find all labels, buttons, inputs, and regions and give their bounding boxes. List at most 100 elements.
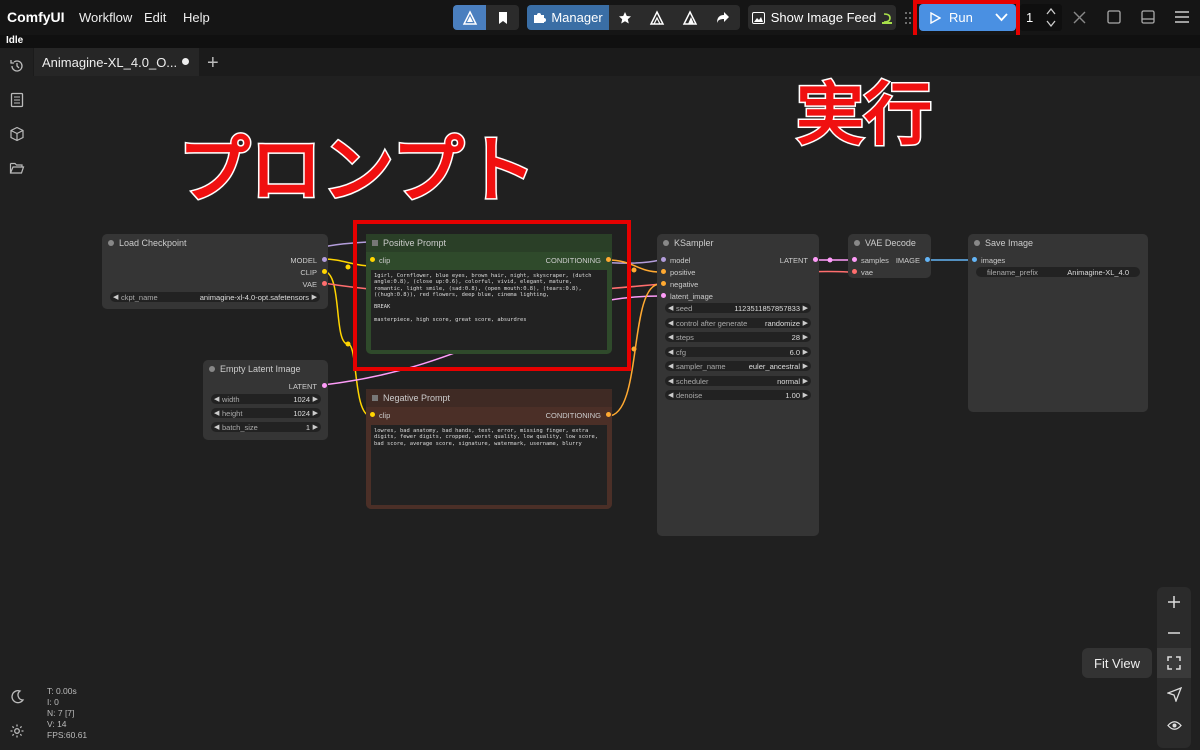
output-port-image[interactable]	[925, 257, 930, 262]
cube-icon[interactable]	[9, 126, 25, 142]
output-port-model[interactable]	[322, 257, 327, 262]
app-logo[interactable]: ComfyUI	[7, 9, 65, 25]
render-stats: T: 0.00s I: 0 N: 7 [7] V: 14 FPS:60.61	[47, 686, 87, 741]
input-port-images[interactable]	[972, 257, 977, 262]
gear-icon[interactable]	[9, 723, 25, 739]
node-title: KSampler	[657, 234, 819, 252]
run-annotation-label: 実行	[794, 76, 933, 155]
output-port-vae[interactable]	[322, 281, 327, 286]
hamburger-menu-icon[interactable]	[1175, 11, 1189, 23]
widget-width[interactable]: ◀ width 1024 ▶	[211, 394, 321, 404]
node-vae-decode[interactable]: VAE Decode samples vae IMAGE	[848, 234, 931, 278]
status-bar: Idle	[0, 35, 1200, 48]
menu-help[interactable]: Help	[183, 10, 210, 25]
widget-seed[interactable]: ◀ seed 1123511857857833 ▶	[665, 303, 811, 313]
input-port-model[interactable]	[661, 257, 666, 262]
shape-a-button[interactable]	[640, 5, 673, 30]
node-negative-prompt[interactable]: Negative Prompt clip CONDITIONING lowres…	[366, 389, 612, 509]
moon-icon[interactable]	[9, 689, 25, 705]
menu-edit[interactable]: Edit	[144, 10, 166, 25]
port-label-latent-out: LATENT	[779, 256, 808, 265]
status-text: Idle	[6, 35, 24, 46]
square-icon[interactable]	[1107, 10, 1121, 24]
share-button[interactable]	[706, 5, 740, 30]
plus-icon	[1168, 596, 1180, 608]
bookmark-button[interactable]	[486, 5, 519, 30]
output-port-latent[interactable]	[813, 257, 818, 262]
output-port-latent[interactable]	[322, 383, 327, 388]
fit-view-tooltip: Fit View	[1082, 648, 1152, 678]
node-ksampler[interactable]: KSampler model positive negative latent_…	[657, 234, 819, 536]
extension-logo-button[interactable]	[453, 5, 486, 30]
node-save-image[interactable]: Save Image images filename_prefix Animagi…	[968, 234, 1148, 412]
star-button[interactable]	[609, 5, 640, 30]
manager-button[interactable]: Manager	[527, 5, 609, 30]
widget-steps[interactable]: ◀ steps 28 ▶	[665, 332, 811, 342]
panel-bottom-icon[interactable]	[1141, 10, 1155, 24]
widget-sampler-name[interactable]: ◀ sampler_name euler_ancestral ▶	[665, 361, 811, 371]
close-icon[interactable]	[1073, 11, 1086, 24]
shape-b-button[interactable]	[673, 5, 706, 30]
port-label-samples: samples	[861, 256, 889, 265]
unsaved-dot-icon[interactable]	[182, 58, 189, 65]
port-label-image: IMAGE	[895, 256, 920, 265]
output-port-clip[interactable]	[322, 269, 327, 274]
output-port-conditioning[interactable]	[606, 412, 611, 417]
navigate-button[interactable]	[1157, 679, 1191, 709]
node-load-checkpoint[interactable]: Load Checkpoint MODEL CLIP VAE ◀ ckpt_nam…	[102, 234, 328, 309]
show-image-feed-label: Show Image Feed	[770, 10, 877, 25]
port-label-vae: VAE	[302, 280, 317, 289]
widget-control-after-generate[interactable]: ◀ control after generate randomize ▶	[665, 318, 811, 328]
port-label-latent: LATENT	[288, 382, 317, 391]
canvas-zoom-controls	[1157, 587, 1191, 748]
menu-workflow[interactable]: Workflow	[79, 10, 132, 25]
show-image-feed-button[interactable]: Show Image Feed	[748, 5, 896, 30]
input-port-vae[interactable]	[852, 269, 857, 274]
queue-count-value: 1	[1026, 10, 1034, 25]
drag-handle-icon[interactable]	[904, 11, 912, 25]
queue-count-stepper[interactable]: 1	[1020, 4, 1062, 31]
positive-prompt-highlight-box	[353, 220, 631, 371]
document-icon[interactable]	[9, 92, 25, 108]
input-port-positive[interactable]	[661, 269, 666, 274]
toggle-visibility-button[interactable]	[1157, 710, 1191, 740]
stat-vertices: V: 14	[47, 719, 67, 729]
widget-batch-size[interactable]: ◀ batch_size 1 ▶	[211, 422, 321, 432]
minus-icon	[1168, 632, 1180, 634]
widget-scheduler[interactable]: ◀ scheduler normal ▶	[665, 376, 811, 386]
feed-status-icon	[882, 12, 893, 24]
chevron-up-icon[interactable]	[1046, 8, 1056, 15]
node-title: Load Checkpoint	[102, 234, 328, 252]
input-port-negative[interactable]	[661, 281, 666, 286]
triangle-outline-icon	[649, 9, 664, 25]
chevron-down-small-icon[interactable]	[1046, 20, 1056, 27]
add-tab-plus-icon[interactable]: +	[207, 52, 219, 75]
tab-workflow[interactable]: Animagine-XL_4.0_O...	[34, 48, 199, 78]
widget-cfg[interactable]: ◀ cfg 6.0 ▶	[665, 347, 811, 357]
input-port-clip[interactable]	[370, 412, 375, 417]
port-label-negative: negative	[670, 280, 699, 289]
negative-prompt-textarea[interactable]: lowres, bad anatomy, bad hands, text, er…	[371, 425, 607, 505]
history-icon[interactable]	[9, 58, 25, 74]
puzzle-icon	[534, 13, 547, 23]
widget-height[interactable]: ◀ height 1024 ▶	[211, 408, 321, 418]
input-port-latent-image[interactable]	[661, 293, 666, 298]
left-sidebar	[0, 48, 33, 750]
folder-open-icon[interactable]	[9, 160, 25, 176]
input-port-samples[interactable]	[852, 257, 857, 262]
widget-denoise[interactable]: ◀ denoise 1.00 ▶	[665, 390, 811, 400]
widget-ckpt-name[interactable]: ◀ ckpt_name animagine-xl-4.0-opt.safetenso…	[110, 292, 320, 302]
node-empty-latent-image[interactable]: Empty Latent Image LATENT ◀ width 1024 ▶ ◀ h…	[203, 360, 328, 440]
node-title: VAE Decode	[848, 234, 931, 252]
port-label-latent-image: latent_image	[670, 292, 713, 301]
zoom-in-button[interactable]	[1157, 587, 1191, 617]
fit-view-button[interactable]	[1157, 648, 1191, 678]
workflow-tab-bar: Animagine-XL_4.0_O... +	[33, 48, 1200, 78]
zoom-out-button[interactable]	[1157, 618, 1191, 648]
stat-iterations: I: 0	[47, 697, 59, 707]
node-graph-canvas[interactable]: Load Checkpoint MODEL CLIP VAE ◀ ckpt_nam…	[33, 76, 1200, 750]
node-title: Save Image	[968, 234, 1148, 252]
port-label-model: model	[670, 256, 691, 265]
widget-filename-prefix[interactable]: filename_prefix Animagine-XL_4.0	[976, 267, 1140, 277]
run-highlight-box	[913, 0, 1020, 40]
